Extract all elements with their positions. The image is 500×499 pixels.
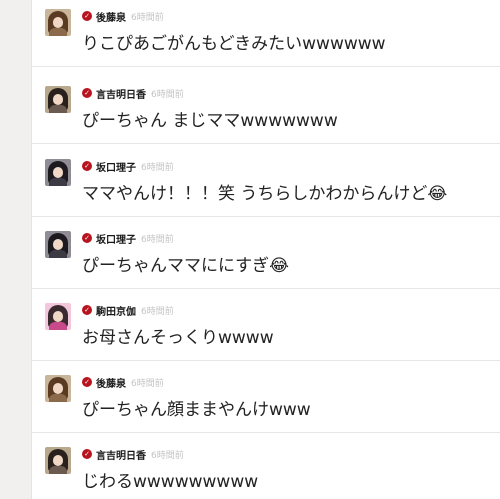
comment-item: ✓ 坂口理子 6時間前 ぴーちゃんママににすぎ😂 [32,217,500,289]
comment-item: ✓ 後藤泉 6時間前 ぴーちゃん顔ままやんけwww [32,361,500,433]
comment-item: ✓ 後藤泉 6時間前 りこぴあごがんもどきみたいwwwwww [32,0,500,67]
timestamp: 6時間前 [131,378,164,389]
verified-badge-icon: ✓ [82,11,92,21]
author-name[interactable]: 坂口理子 [96,231,136,246]
verified-badge-icon: ✓ [82,88,92,98]
verified-badge-icon: ✓ [82,233,92,243]
comment-text: ぴーちゃん顔ままやんけwww [82,400,311,420]
timestamp: 6時間前 [141,234,174,245]
avatar[interactable] [45,375,71,402]
author-name[interactable]: 後藤泉 [96,9,126,24]
comment-feed: ✓ 後藤泉 6時間前 りこぴあごがんもどきみたいwwwwww ✓ 言吉明日香 6… [31,0,500,499]
comment-item: ✓ 坂口理子 6時間前 ママやんけ！！！笑 うちらしかわからんけど😂 [32,145,500,217]
author-name[interactable]: 坂口理子 [96,159,136,174]
comment-meta: ✓ 後藤泉 6時間前 [82,9,164,24]
comment-text: ぴーちゃんママににすぎ😂 [82,256,290,276]
comment-text: じわるwwwwwwwww [82,472,259,492]
verified-badge-icon: ✓ [82,377,92,387]
author-name[interactable]: 後藤泉 [96,375,126,390]
avatar[interactable] [45,86,71,113]
timestamp: 6時間前 [141,162,174,173]
comment-item: ✓ 言吉明日香 6時間前 ぴーちゃん まじママwwwwwww [32,72,500,144]
comment-meta: ✓ 坂口理子 6時間前 [82,159,174,174]
verified-badge-icon: ✓ [82,449,92,459]
author-name[interactable]: 駒田京伽 [96,303,136,318]
comment-meta: ✓ 坂口理子 6時間前 [82,231,174,246]
timestamp: 6時間前 [151,89,184,100]
avatar[interactable] [45,159,71,186]
comment-meta: ✓ 言吉明日香 6時間前 [82,86,184,101]
timestamp: 6時間前 [151,450,184,461]
verified-badge-icon: ✓ [82,161,92,171]
timestamp: 6時間前 [131,12,164,23]
avatar[interactable] [45,303,71,330]
comment-text: ママやんけ！！！笑 うちらしかわからんけど😂 [82,184,448,204]
comment-text: りこぴあごがんもどきみたいwwwwww [82,34,386,54]
comment-meta: ✓ 言吉明日香 6時間前 [82,447,184,462]
left-margin [0,0,31,499]
comment-item: ✓ 駒田京伽 6時間前 お母さんそっくりwwww [32,289,500,361]
avatar[interactable] [45,447,71,474]
verified-badge-icon: ✓ [82,305,92,315]
author-name[interactable]: 言吉明日香 [96,86,146,101]
author-name[interactable]: 言吉明日香 [96,447,146,462]
comment-meta: ✓ 後藤泉 6時間前 [82,375,164,390]
avatar[interactable] [45,9,71,36]
comment-item: ✓ 言吉明日香 6時間前 じわるwwwwwwwww [32,433,500,499]
comment-text: お母さんそっくりwwww [82,328,274,348]
comment-meta: ✓ 駒田京伽 6時間前 [82,303,174,318]
timestamp: 6時間前 [141,306,174,317]
comment-text: ぴーちゃん まじママwwwwwww [82,111,338,131]
avatar[interactable] [45,231,71,258]
